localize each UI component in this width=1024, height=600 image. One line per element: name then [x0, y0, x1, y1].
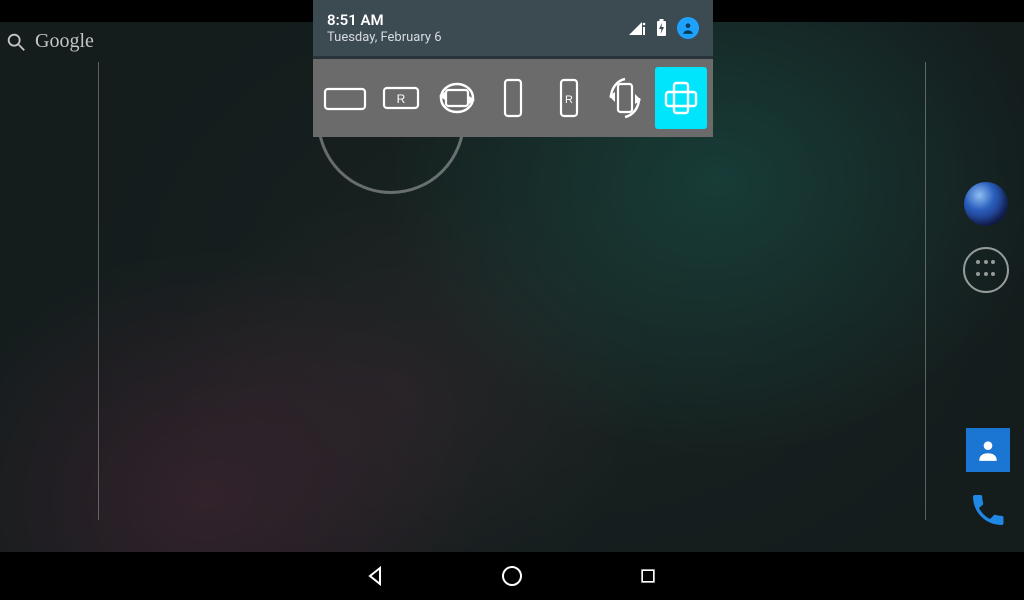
all-apps-button[interactable] — [962, 246, 1010, 294]
rotation-portrait-reverse-button[interactable]: R — [543, 67, 595, 129]
status-date: Tuesday, February 6 — [327, 30, 442, 45]
apps-drawer-icon — [963, 247, 1009, 293]
quick-settings-panel: 8:51 AM Tuesday, February 6 — [313, 0, 713, 137]
contacts-app-icon[interactable] — [966, 428, 1010, 472]
page-indicator-left — [98, 62, 99, 520]
back-button[interactable] — [363, 563, 389, 589]
phone-handset-icon — [966, 488, 1010, 532]
phone-app-icon[interactable] — [966, 488, 1010, 532]
datetime-block: 8:51 AM Tuesday, February 6 — [327, 11, 442, 45]
status-time: 8:51 AM — [327, 11, 442, 29]
search-icon — [5, 31, 27, 53]
home-button[interactable] — [499, 563, 525, 589]
reverse-label: R — [397, 92, 406, 106]
person-icon — [966, 428, 1010, 472]
browser-app-icon[interactable] — [962, 180, 1010, 228]
quick-settings-header[interactable]: 8:51 AM Tuesday, February 6 — [313, 0, 713, 59]
home-dock-upper — [962, 180, 1010, 294]
rotation-landscape-auto-button[interactable] — [431, 67, 483, 129]
cell-signal-icon — [628, 20, 646, 36]
rotation-landscape-button[interactable] — [319, 67, 371, 129]
battery-charging-icon — [656, 19, 667, 37]
search-brand-label: Google — [35, 30, 94, 53]
rotation-landscape-reverse-button[interactable]: R — [375, 67, 427, 129]
rotation-full-auto-button[interactable] — [655, 67, 707, 129]
globe-icon — [964, 182, 1008, 226]
page-indicator-right — [925, 62, 926, 520]
google-search-widget[interactable]: Google — [0, 30, 94, 53]
recents-button[interactable] — [635, 563, 661, 589]
rotation-portrait-auto-button[interactable] — [599, 67, 651, 129]
reverse-label: R — [565, 94, 573, 106]
person-icon — [681, 21, 695, 35]
user-avatar-button[interactable] — [677, 17, 699, 39]
home-dock-lower — [966, 428, 1010, 532]
system-navigation-bar — [0, 552, 1024, 600]
rotation-portrait-button[interactable] — [487, 67, 539, 129]
rotation-tiles-row: R R — [313, 59, 713, 137]
